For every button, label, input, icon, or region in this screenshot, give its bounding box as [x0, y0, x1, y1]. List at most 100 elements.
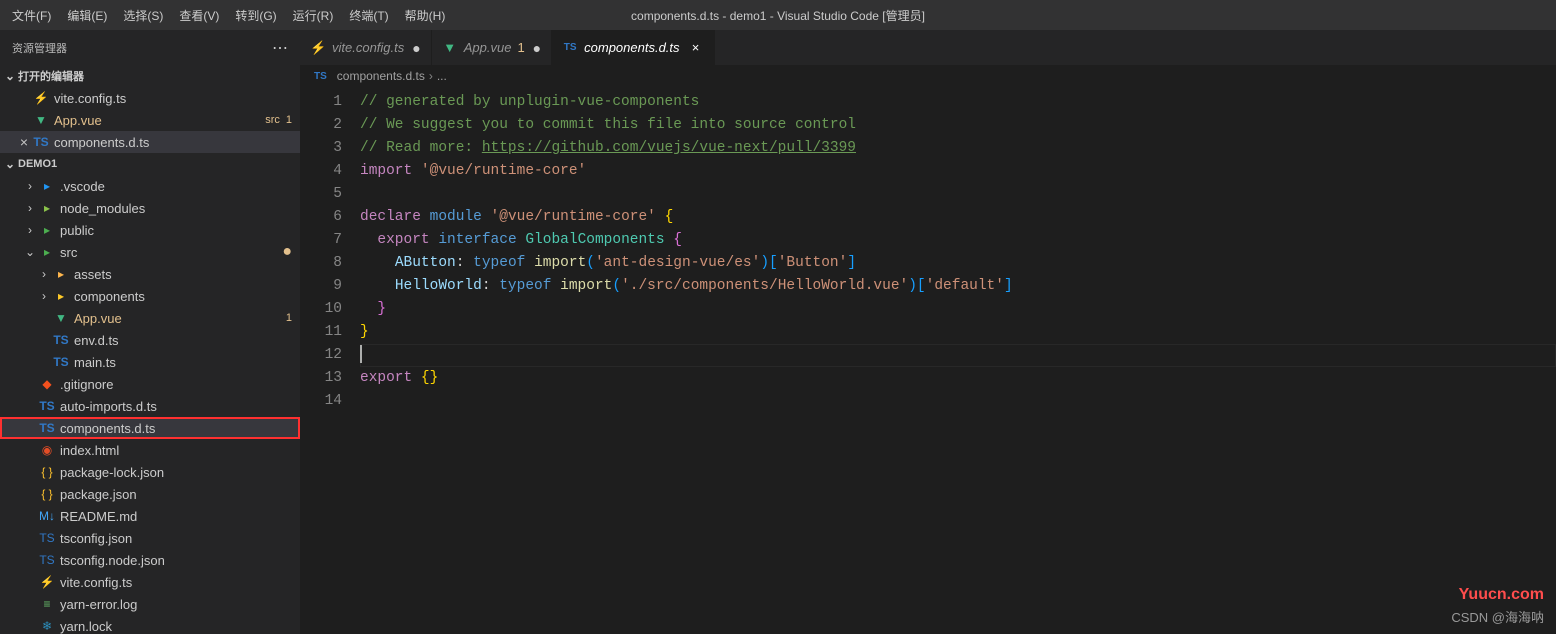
folder-pub-icon: ▸	[38, 223, 56, 237]
menu-item[interactable]: 帮助(H)	[397, 1, 454, 30]
file-item[interactable]: ◉index.html	[0, 439, 300, 461]
explorer-title: 资源管理器	[12, 40, 67, 56]
code-line[interactable]: }	[360, 298, 1556, 321]
json-icon: { }	[38, 487, 56, 501]
ts-icon: TS	[38, 399, 56, 413]
editor-tab[interactable]: ▼App.vue1●	[432, 30, 552, 65]
file-item[interactable]: TSmain.ts	[0, 351, 300, 373]
item-label: yarn.lock	[60, 619, 292, 634]
item-label: public	[60, 223, 292, 238]
folder-item[interactable]: ›▸node_modules	[0, 197, 300, 219]
tsconf-icon: TS	[38, 553, 56, 567]
code-line[interactable]: export interface GlobalComponents {	[360, 229, 1556, 252]
chevron-right-icon: ›	[429, 69, 433, 83]
more-actions-icon[interactable]: ⋯	[272, 38, 288, 58]
tab-label: components.d.ts	[584, 40, 679, 55]
close-icon[interactable]: ×	[688, 40, 704, 55]
mod-count: 1	[286, 312, 292, 324]
folder-item[interactable]: ›▸components	[0, 285, 300, 307]
code-line[interactable]: HelloWorld: typeof import('./src/compone…	[360, 275, 1556, 298]
menu-item[interactable]: 转到(G)	[227, 1, 284, 30]
code-line[interactable]: AButton: typeof import('ant-design-vue/e…	[360, 252, 1556, 275]
watermark-top: Yuucn.com	[1459, 586, 1544, 604]
menu-item[interactable]: 查看(V)	[171, 1, 227, 30]
unsaved-dot-icon: ●	[412, 40, 420, 56]
menu-item[interactable]: 编辑(E)	[59, 1, 115, 30]
editor-area: ⚡vite.config.ts●▼App.vue1● TS components.d…	[300, 30, 1556, 634]
file-item[interactable]: { }package-lock.json	[0, 461, 300, 483]
item-label: README.md	[60, 509, 292, 524]
menu-item[interactable]: 运行(R)	[285, 1, 342, 30]
modified-dot-icon: ●	[282, 243, 292, 261]
code-line[interactable]: import '@vue/runtime-core'	[360, 160, 1556, 183]
chevron-icon: ›	[36, 267, 52, 281]
item-label: env.d.ts	[74, 333, 292, 348]
item-label: package-lock.json	[60, 465, 292, 480]
file-item[interactable]: ≡yarn-error.log	[0, 593, 300, 615]
open-editor-item[interactable]: ⚡vite.config.ts	[0, 87, 300, 109]
item-label: .gitignore	[60, 377, 292, 392]
open-editors-header[interactable]: ⌄ 打开的编辑器	[0, 65, 300, 87]
breadcrumb[interactable]: TS components.d.ts › ...	[300, 65, 1556, 87]
menu-item[interactable]: 终端(T)	[341, 1, 396, 30]
file-item[interactable]: TStsconfig.node.json	[0, 549, 300, 571]
folder-item[interactable]: ›▸ public	[0, 219, 300, 241]
vue-icon: ▼	[52, 311, 70, 325]
code-line[interactable]: // generated by unplugin-vue-components	[360, 91, 1556, 114]
code-editor[interactable]: 1234567891011121314 // generated by unpl…	[300, 87, 1556, 634]
file-item[interactable]: TScomponents.d.ts	[0, 417, 300, 439]
item-label: vite.config.ts	[60, 575, 292, 590]
code-line[interactable]	[360, 183, 1556, 206]
item-label: .vscode	[60, 179, 292, 194]
folder-item[interactable]: ›▸.vscode	[0, 175, 300, 197]
chevron-icon: ›	[36, 289, 52, 303]
code-lines[interactable]: // generated by unplugin-vue-components/…	[360, 91, 1556, 634]
chevron-icon: ›	[22, 223, 38, 237]
project-header[interactable]: ⌄ DEMO1	[0, 153, 300, 175]
explorer-header: 资源管理器 ⋯	[0, 30, 300, 65]
file-item[interactable]: ▼App.vue1	[0, 307, 300, 329]
file-meta: src	[265, 114, 280, 126]
item-label: tsconfig.json	[60, 531, 292, 546]
open-editor-item[interactable]: ▼App.vuesrc1	[0, 109, 300, 131]
file-label: vite.config.ts	[54, 91, 292, 106]
file-item[interactable]: ❄yarn.lock	[0, 615, 300, 634]
html-icon: ◉	[38, 443, 56, 457]
git-icon: ◆	[38, 377, 56, 391]
editor-tab[interactable]: ⚡vite.config.ts●	[300, 30, 432, 65]
file-item[interactable]: TS tsconfig.json	[0, 527, 300, 549]
code-line[interactable]: export {}	[360, 367, 1556, 390]
code-line[interactable]: // Read more: https://github.com/vuejs/v…	[360, 137, 1556, 160]
code-line[interactable]: // We suggest you to commit this file in…	[360, 114, 1556, 137]
editor-tab[interactable]: TScomponents.d.ts×	[552, 30, 714, 65]
file-item[interactable]: M↓README.md	[0, 505, 300, 527]
item-label: package.json	[60, 487, 292, 502]
code-line[interactable]	[360, 390, 1556, 413]
open-editors-list: ⚡vite.config.ts ▼App.vuesrc1×TScomponent…	[0, 87, 300, 153]
code-line[interactable]: declare module '@vue/runtime-core' {	[360, 206, 1556, 229]
open-editor-item[interactable]: ×TScomponents.d.ts	[0, 131, 300, 153]
file-item[interactable]: { } package.json	[0, 483, 300, 505]
code-line[interactable]	[360, 344, 1556, 367]
item-label: components.d.ts	[60, 421, 292, 436]
explorer-sidebar: 资源管理器 ⋯ ⌄ 打开的编辑器 ⚡vite.config.ts ▼App.vu…	[0, 30, 300, 634]
tab-mod-badge: 1	[517, 40, 524, 55]
file-item[interactable]: TSauto-imports.d.ts	[0, 395, 300, 417]
file-item[interactable]: TSenv.d.ts	[0, 329, 300, 351]
folder-item[interactable]: ⌄▸src●	[0, 241, 300, 263]
folder-item[interactable]: ›▸assets	[0, 263, 300, 285]
menu-item[interactable]: 选择(S)	[115, 1, 171, 30]
code-line[interactable]: }	[360, 321, 1556, 344]
item-label: node_modules	[60, 201, 292, 216]
tsconf-icon: TS	[38, 531, 56, 545]
item-label: src	[60, 245, 278, 260]
chevron-icon: ›	[22, 201, 38, 215]
ts-icon: TS	[52, 355, 70, 369]
line-gutter: 1234567891011121314	[300, 91, 360, 634]
file-label: App.vue	[54, 113, 259, 128]
file-item[interactable]: ◆ .gitignore	[0, 373, 300, 395]
menu-item[interactable]: 文件(F)	[4, 1, 59, 30]
close-icon[interactable]: ×	[16, 134, 32, 150]
file-item[interactable]: ⚡vite.config.ts	[0, 571, 300, 593]
ts-icon: TS	[314, 71, 327, 82]
